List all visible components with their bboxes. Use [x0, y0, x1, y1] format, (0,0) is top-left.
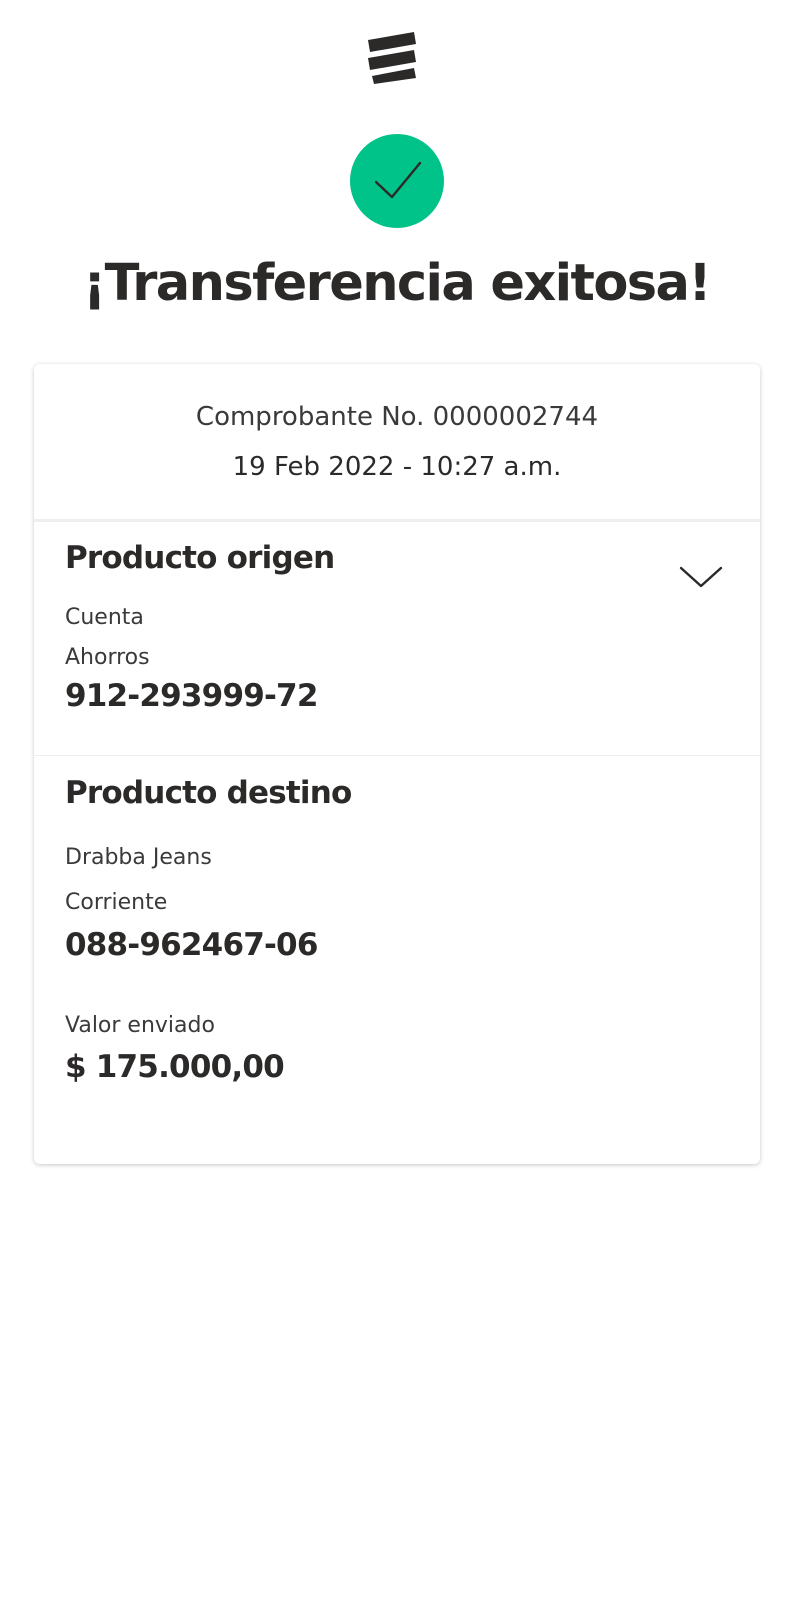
amount-value: $ 175.000,00: [65, 1049, 285, 1085]
section-divider: [34, 755, 760, 756]
destination-holder-name: Drabba Jeans: [65, 845, 212, 870]
success-check-badge: [350, 134, 444, 228]
checkmark-icon: [374, 161, 422, 199]
receipt-number: Comprobante No. 0000002744: [195, 402, 599, 432]
receipt-datetime: 19 Feb 2022 - 10:27 a.m.: [232, 452, 562, 482]
amount-label: Valor enviado: [65, 1013, 215, 1038]
bancolombia-logo-icon: [368, 32, 416, 84]
receipt-card: Comprobante No. 0000002744 19 Feb 2022 -…: [34, 364, 760, 1164]
origin-type-label: Cuenta: [65, 605, 144, 630]
destination-account-number: 088-962467-06: [65, 927, 318, 963]
page-title: ¡Transferencia exitosa!: [83, 254, 712, 313]
chevron-down-icon[interactable]: [679, 564, 723, 590]
origin-account-kind: Ahorros: [65, 645, 150, 670]
destination-section-title: Producto destino: [65, 775, 352, 811]
origin-section-title: Producto origen: [65, 540, 335, 576]
receipt-divider: [34, 519, 760, 522]
destination-account-kind: Corriente: [65, 890, 168, 915]
origin-account-number: 912-293999-72: [65, 678, 318, 714]
